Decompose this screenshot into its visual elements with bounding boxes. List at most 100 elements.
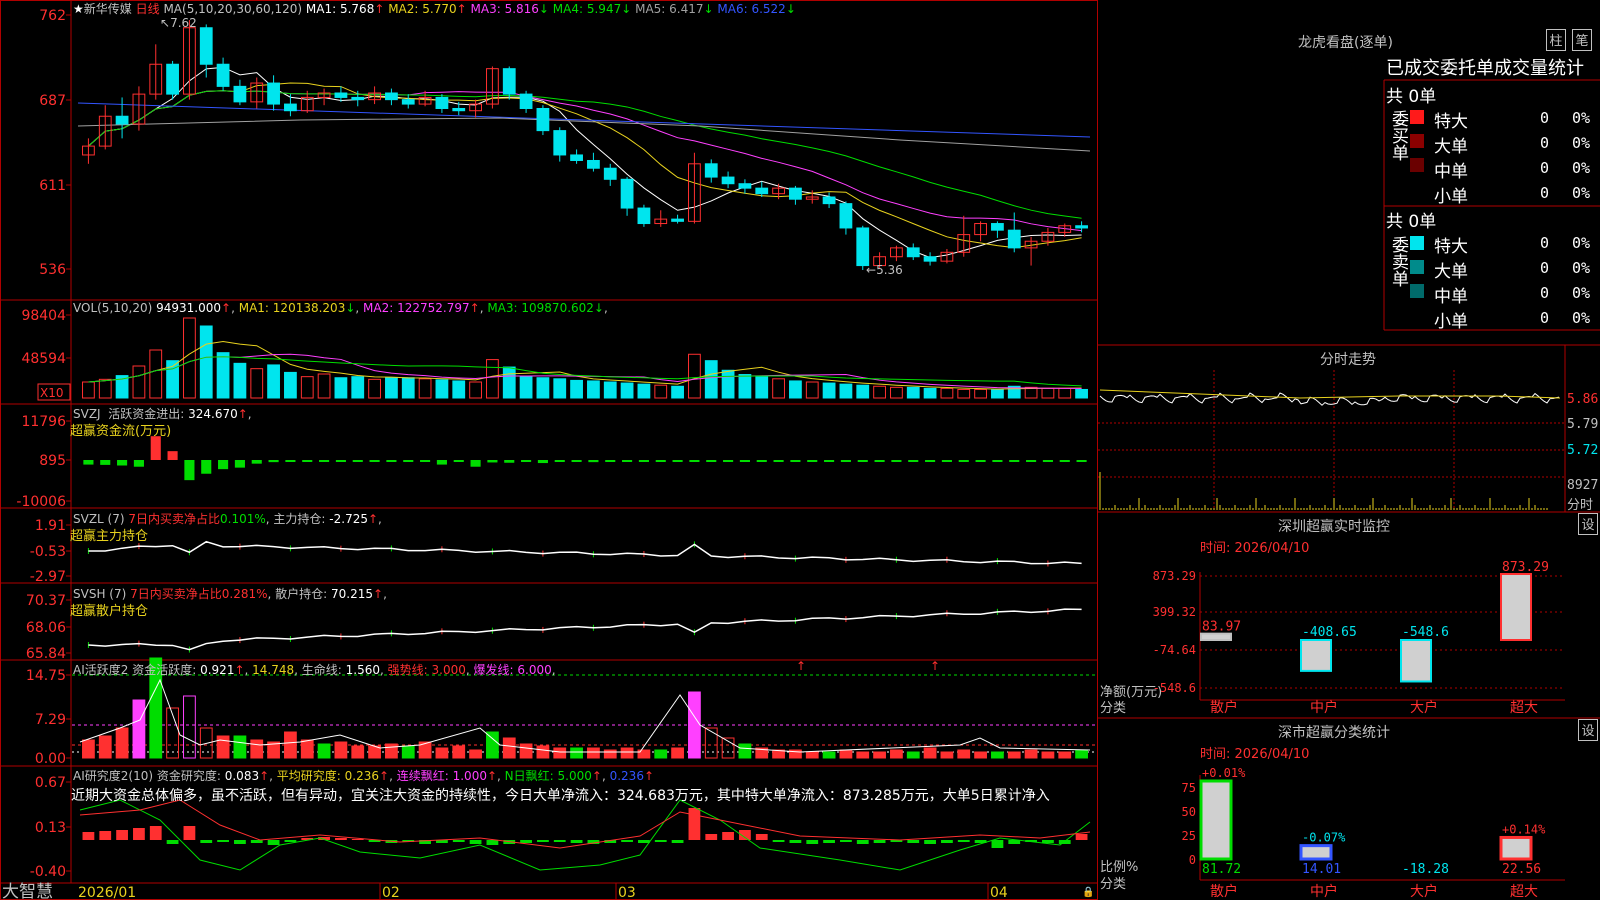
volume-bar — [637, 383, 651, 399]
research-bar — [638, 840, 650, 843]
fund-flow-bar — [470, 460, 481, 467]
y-axis-label: 98404 — [21, 308, 66, 324]
date-axis: 2026/01 02 03 04 🔒 — [78, 883, 1094, 900]
ma-arrow: ↓ — [538, 2, 549, 16]
activity-bar — [671, 747, 684, 759]
ai-active-name: AI活跃度2 — [73, 663, 129, 677]
research-bar — [200, 840, 213, 843]
svsh-subtitle: 超赢散户持仓 — [70, 604, 149, 619]
monitor-settings-button[interactable]: 设 — [1578, 513, 1598, 535]
lhb-row-name: 特大 — [1434, 237, 1468, 257]
fund-flow-bar — [1026, 460, 1037, 462]
candle-body — [839, 203, 853, 229]
intraday-y-label: 5.79 — [1567, 417, 1599, 432]
fund-flow-bar — [571, 460, 582, 462]
vol-ma-value: 122752.797 — [397, 301, 470, 315]
research-bar — [183, 826, 196, 840]
volume-bar — [1075, 388, 1088, 399]
fund-flow-bar — [807, 460, 818, 462]
classify-category: 超大 — [1510, 884, 1538, 900]
volume-bar — [267, 364, 280, 399]
svzl-ratio-label: 7日内买卖净占比 — [128, 512, 221, 526]
up-arrow: ↑ — [796, 659, 806, 673]
monitor-y-label: 399.32 — [1153, 605, 1196, 619]
research-bar — [553, 840, 566, 842]
svzj-arrow: ↑ — [237, 407, 248, 421]
ai-research-name: AI研究度2(10) — [73, 769, 154, 783]
y-axis-label: 7.29 — [35, 712, 66, 728]
volume-bar — [418, 378, 432, 399]
ai-research-label: 资金研究度: — [156, 769, 221, 783]
vol-ma-values: MA1: 120138.203↓, MA2: 122752.797↑, MA3:… — [239, 301, 608, 315]
lhb-row-pct: 0% — [1572, 284, 1591, 302]
svzl-name: SVZL (7) — [73, 512, 125, 526]
ma-value: 6.417 — [669, 2, 704, 16]
column-mode-button[interactable]: 柱 — [1546, 29, 1566, 51]
research-bar — [705, 834, 718, 840]
volume-bar — [688, 353, 701, 399]
up-arrow: ↑ — [930, 659, 940, 673]
volume-bar — [452, 380, 466, 399]
tick-mode-button[interactable]: 笔 — [1572, 29, 1592, 51]
activity-bar — [1058, 751, 1072, 759]
classify-settings-button[interactable]: 设 — [1578, 719, 1598, 741]
fund-flow-bar — [302, 460, 313, 462]
y-axis-label: 895 — [39, 453, 66, 469]
volume-bar — [906, 386, 920, 399]
activity-bar — [1007, 751, 1021, 759]
ma-line — [77, 117, 1091, 152]
fund-flow-bar — [251, 460, 262, 464]
svzj-subtitle: 超赢资金流(万元) — [70, 424, 172, 439]
lhb-row-name: 中单 — [1434, 162, 1468, 182]
activity-bar — [637, 749, 651, 759]
volume-bar — [233, 362, 247, 399]
fund-flow-bar — [352, 460, 363, 462]
fund-flow-bar — [335, 460, 346, 462]
period-label[interactable]: 日线 — [136, 2, 160, 16]
fund-flow-bar — [1009, 460, 1020, 462]
candle-body — [166, 63, 179, 95]
ai-research-v3: 1.000 — [452, 769, 487, 783]
y-axis-label: 687 — [39, 93, 66, 109]
ai-active-label3: 生命线: — [301, 663, 342, 677]
research-bar — [452, 840, 465, 842]
monitor-date: 时间: 2026/04/10 — [1200, 541, 1310, 556]
activity-bar — [940, 751, 954, 759]
ma-arrow: ↓ — [785, 2, 796, 16]
activity-bar — [688, 691, 701, 759]
fund-flow-bar — [420, 460, 431, 462]
lhb-row-pct: 0% — [1572, 184, 1591, 202]
candle-body — [502, 68, 516, 95]
lhb-row-qty: 0 — [1540, 134, 1550, 152]
y-axis-label: 762 — [39, 8, 66, 24]
ai-active-label4: 强势线: — [387, 663, 428, 677]
ma-value: 5.768 — [339, 2, 375, 16]
research-bar — [166, 840, 179, 844]
star-icon[interactable]: ★ — [73, 2, 84, 16]
activity-bar — [233, 735, 247, 759]
fund-flow-bar — [521, 460, 532, 462]
y-axis-label: 611 — [39, 178, 66, 194]
fund-flow-bar — [1059, 460, 1070, 462]
ma-arrow: ↑ — [374, 2, 385, 16]
fund-flow-bar — [234, 460, 245, 468]
research-bar — [469, 840, 482, 844]
intraday-footer: 分时 — [1567, 498, 1594, 513]
fund-flow-bar — [992, 460, 1003, 462]
stock-name: 新华传媒 — [83, 2, 132, 16]
monitor-category: 大户 — [1410, 699, 1438, 716]
ai-active-v2: 14.748 — [252, 663, 295, 677]
ai-research-v5: 0.236 — [609, 769, 644, 783]
candle-body — [620, 178, 634, 209]
lhb-row-name: 特大 — [1434, 112, 1468, 132]
ma-value: 5.947 — [586, 2, 622, 16]
ai-comment: 近期大资金总体偏多，虽不活跃，但有异动，宜关注大资金的持续性，今日大单净流入：3… — [71, 788, 1050, 804]
ma-label: MA2: — [384, 2, 423, 16]
lhb-row-qty: 0 — [1540, 309, 1550, 327]
research-bar — [570, 840, 583, 843]
lhb-title: 龙虎看盘(逐单) — [1298, 35, 1393, 51]
lhb-row-pct: 0% — [1572, 134, 1591, 152]
price-header: ★新华传媒 日线 MA(5,10,20,30,60,120) MA1: 5.76… — [73, 0, 796, 17]
classify-axis-cat: 分类 — [1100, 877, 1127, 892]
fund-flow-bar — [453, 460, 464, 462]
